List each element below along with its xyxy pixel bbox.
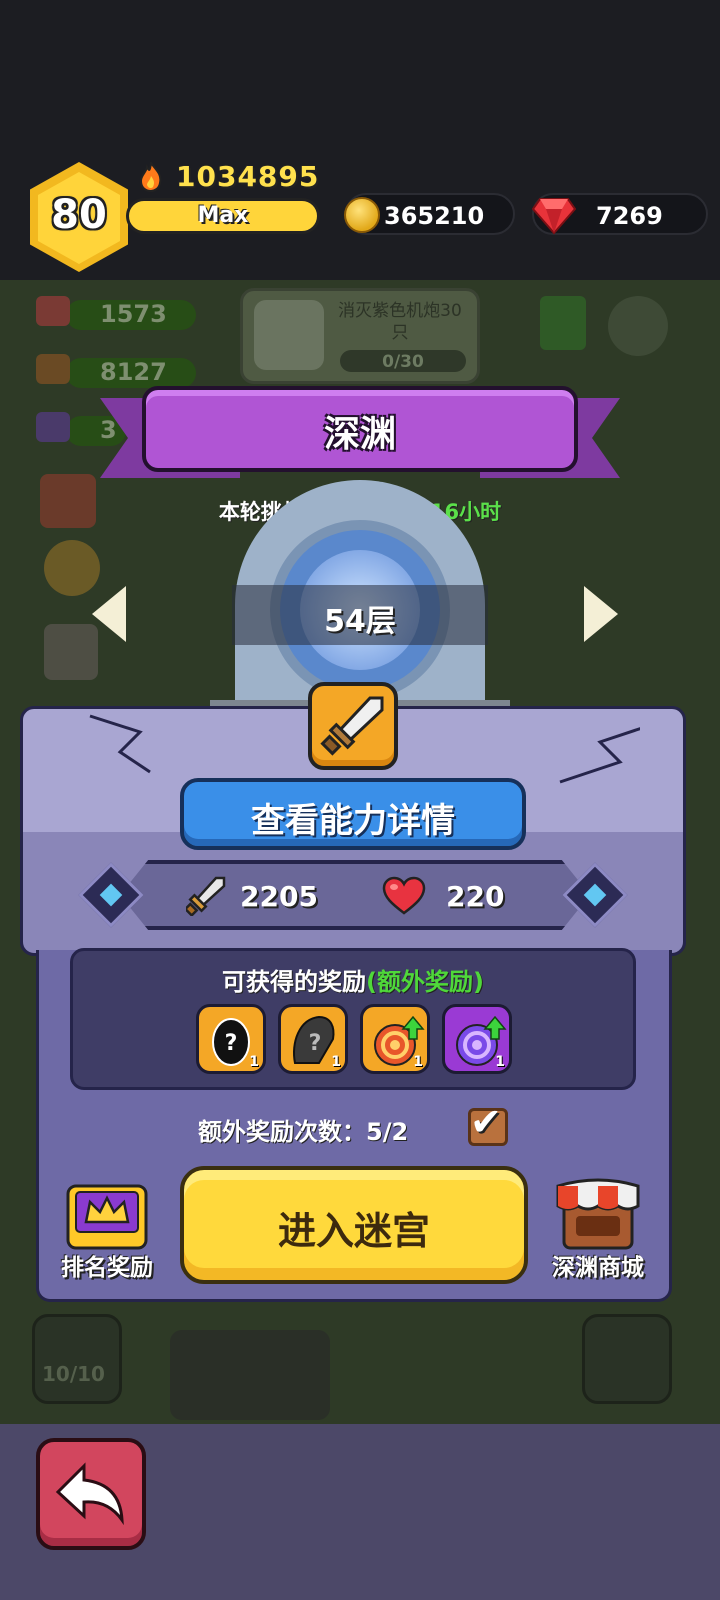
gem-value: 7269	[596, 202, 663, 230]
skull-icon	[254, 300, 324, 370]
reward-title-label: 可获得的奖励	[222, 968, 367, 996]
meat-icon	[36, 296, 70, 326]
crown-chest-icon[interactable]	[62, 1178, 152, 1254]
resource-meat-value: 1573	[100, 300, 167, 328]
stamina-value: 10/10	[42, 1362, 105, 1386]
calendar-icon	[44, 624, 98, 680]
attack-value: 2205	[240, 880, 318, 913]
coin-value: 365210	[384, 202, 485, 230]
prev-floor-arrow-icon[interactable]	[92, 586, 126, 642]
svg-text:?: ?	[309, 1031, 322, 1056]
reward-count: 1	[331, 1054, 341, 1070]
battle-button	[582, 1314, 672, 1404]
black-egg-icon: ?	[212, 1018, 250, 1066]
attack-sword-icon	[186, 876, 226, 916]
abyss-shop-icon[interactable]	[554, 1176, 642, 1252]
enter-maze-label: 进入迷宫	[277, 1209, 430, 1253]
svg-text:?: ?	[225, 1031, 238, 1056]
mode-title: 深渊	[323, 414, 396, 455]
cannon-silhouette	[170, 1330, 330, 1420]
settings-gear-icon	[608, 296, 668, 356]
floor-label: 54层	[324, 604, 396, 639]
abyss-shop-label[interactable]: 深渊商城	[540, 1248, 656, 1282]
quest-text: 消灭紫色机炮30只	[338, 301, 462, 343]
coin-icon	[344, 197, 380, 233]
sword-icon	[320, 696, 384, 756]
wood-icon	[36, 354, 70, 384]
reward-item-purple-orb[interactable]: 1	[442, 1004, 512, 1074]
book-icon	[540, 296, 586, 350]
resource-ore-value: 3	[100, 416, 117, 444]
hp-value: 220	[446, 880, 505, 913]
reward-item-orange-orb[interactable]: 1	[360, 1004, 430, 1074]
ore-icon	[36, 412, 70, 442]
ranking-reward-label[interactable]: 排名奖励	[52, 1248, 162, 1282]
ability-details-label: 查看能力详情	[251, 801, 455, 841]
reward-count: 1	[413, 1054, 423, 1070]
reward-count: 1	[495, 1054, 505, 1070]
resource-wood-value: 8127	[100, 358, 167, 386]
player-level: 80	[51, 192, 107, 238]
back-arrow-icon	[55, 1462, 124, 1526]
power-value: 1034895	[176, 160, 320, 193]
heart-icon	[382, 876, 426, 915]
reward-item-black-egg[interactable]: ? 1	[196, 1004, 266, 1074]
reward-title: 可获得的奖励(额外奖励)	[70, 962, 636, 997]
gem-icon	[532, 198, 576, 235]
next-floor-arrow-icon[interactable]	[584, 586, 618, 642]
reward-extra-label: (额外奖励)	[366, 968, 484, 996]
check-icon: ✔	[470, 1100, 502, 1144]
stamina-button	[32, 1314, 122, 1404]
quest-progress-text: 0/30	[382, 352, 424, 372]
xp-label: Max	[197, 203, 249, 228]
reward-item-gray-egg[interactable]: ? 1	[278, 1004, 348, 1074]
back-button[interactable]	[36, 1438, 146, 1550]
fire-icon	[139, 162, 162, 192]
reward-count: 1	[249, 1054, 259, 1070]
bonus-count-text: 额外奖励次数：5/2	[198, 1118, 409, 1146]
